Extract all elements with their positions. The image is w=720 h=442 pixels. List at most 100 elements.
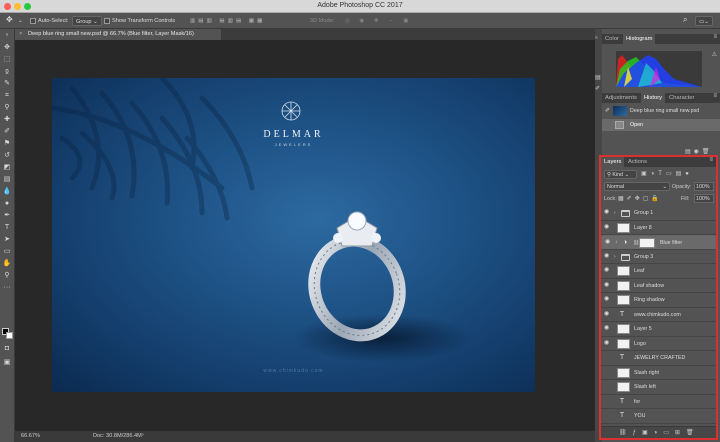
visibility-toggle[interactable] [604, 412, 611, 419]
visibility-toggle[interactable] [604, 354, 611, 361]
eye-icon[interactable]: ◉ [605, 239, 612, 246]
visibility-toggle[interactable] [604, 383, 611, 390]
marquee-tool-icon[interactable]: ⬚ [2, 55, 12, 64]
layer-mask-thumbnail[interactable] [639, 238, 655, 248]
rectangle-tool-icon[interactable]: ▭ [2, 247, 12, 256]
filter-kind-dropdown[interactable]: ⚲ Kind ⌄ [604, 170, 637, 179]
tab-layers[interactable]: Layers [601, 157, 625, 167]
tab-histogram[interactable]: Histogram [623, 34, 656, 44]
layer-row[interactable]: ◉ Leaf shadow [601, 278, 716, 293]
eyedropper-tool-icon[interactable]: ⚲ [2, 103, 12, 112]
zoom-tool-icon[interactable]: ⚲ [2, 271, 12, 280]
tab-adjustments[interactable]: Adjustments [602, 93, 640, 103]
eye-icon[interactable]: ◉ [604, 224, 611, 231]
pen-tool-icon[interactable]: ✒ [2, 211, 12, 220]
align-icons[interactable]: ▥▤▥ ▤▥▤ ▦▦ [190, 16, 265, 26]
background-color-swatch[interactable] [6, 332, 13, 339]
gradient-tool-icon[interactable]: ▤ [2, 175, 12, 184]
lasso-tool-icon[interactable]: ჲ [2, 67, 12, 76]
layer-row[interactable]: Tfor [601, 394, 716, 409]
crop-tool-icon[interactable]: ⌗ [2, 91, 12, 100]
eye-icon[interactable]: ◉ [604, 209, 611, 216]
document-canvas[interactable]: DELMAR JEWELERS www.chimkudo.com [52, 78, 535, 392]
history-snapshot-row[interactable]: ✐ Deep blue ring small new.psd [602, 104, 720, 118]
blend-mode-dropdown[interactable]: Normal ⌄ [604, 182, 670, 191]
zoom-level[interactable]: 66.67% [21, 433, 40, 439]
clip-arrow-icon: ↓ [615, 239, 618, 245]
eye-icon[interactable]: ◉ [604, 325, 611, 332]
chevron-down-icon[interactable]: ⌄ [18, 16, 23, 26]
collapse-toolbar-icon[interactable]: » [2, 31, 12, 40]
panel-menu-icon[interactable]: ≡ [713, 93, 717, 99]
histogram-warning-icon[interactable]: ⚠ [712, 51, 717, 58]
move-tool-icon[interactable]: ✥ [2, 43, 12, 52]
eye-icon[interactable]: ◉ [604, 340, 611, 347]
layer-row[interactable]: ◉ Layer 5 [601, 322, 716, 337]
document-tab[interactable]: × Deep blue ring small new.psd @ 66.7% (… [15, 29, 221, 40]
search-icon[interactable]: ⌕ [683, 15, 687, 25]
panel-menu-icon[interactable]: ≡ [709, 157, 713, 163]
auto-select-checkbox[interactable]: Auto-Select: [30, 16, 68, 26]
layer-filter-icons[interactable]: ▣◑T▭▤● [641, 170, 693, 177]
eye-icon[interactable]: ◉ [604, 253, 611, 260]
layer-thumbnail [617, 338, 630, 349]
quick-select-tool-icon[interactable]: ✎ [2, 79, 12, 88]
history-panel-icon[interactable]: ▤ [595, 74, 601, 81]
path-select-tool-icon[interactable]: ➤ [2, 235, 12, 244]
lock-icons[interactable]: ▦✐✥▢🔒 [618, 195, 662, 202]
screen-mode-icon[interactable]: ▣ [2, 358, 12, 367]
layer-row[interactable]: ◉ › Group 3 [601, 249, 716, 264]
close-tab-icon[interactable]: × [19, 29, 22, 40]
layer-row[interactable]: ◉ › Group 1 [601, 206, 716, 221]
visibility-toggle[interactable] [604, 369, 611, 376]
layer-row[interactable]: ◉ ↓ ◑ ⛓ Blue filter [601, 235, 716, 250]
fill-input[interactable]: 100% [694, 194, 714, 203]
tab-actions[interactable]: Actions [625, 157, 650, 167]
opacity-input[interactable]: 100% [694, 182, 714, 191]
panel-expand-icon[interactable]: « [595, 35, 598, 41]
history-brush-source-icon[interactable]: ✐ [605, 107, 610, 114]
auto-select-dropdown[interactable]: Group ⌄ [72, 16, 102, 26]
visibility-toggle[interactable] [604, 398, 611, 405]
workspace-icon[interactable]: ▭⌄ [695, 16, 713, 26]
hand-tool-icon[interactable]: ✋ [2, 259, 12, 268]
brush-tool-icon[interactable]: ✐ [2, 127, 12, 136]
more-tools-icon[interactable]: ··· [2, 283, 12, 292]
layer-row[interactable]: Slash left [601, 380, 716, 395]
eye-icon[interactable]: ◉ [604, 282, 611, 289]
blur-tool-icon[interactable]: 💧 [2, 187, 12, 196]
eye-icon[interactable]: ◉ [604, 267, 611, 274]
layers-footer-icons[interactable]: ⛓ƒ▣◑▭⊞🗑 [601, 426, 716, 438]
layer-row[interactable]: ◉ Logo [601, 336, 716, 351]
history-footer-icons[interactable]: ▤◉🗑 [685, 148, 713, 155]
tab-character[interactable]: Character [666, 93, 697, 103]
layer-row[interactable]: T JEWELRY CRAFTED [601, 351, 716, 366]
layer-row[interactable]: T YOU [601, 409, 716, 424]
panel-menu-icon[interactable]: ≡ [713, 34, 717, 40]
healing-brush-tool-icon[interactable]: ✚ [2, 115, 12, 124]
show-transform-checkbox[interactable]: Show Transform Controls [104, 16, 175, 26]
layer-row[interactable]: ◉ Layer 8 [601, 220, 716, 235]
move-tool-icon[interactable]: ✥ [6, 15, 13, 25]
layer-row[interactable]: ◉ Leaf [601, 264, 716, 279]
eye-icon[interactable]: ◉ [604, 311, 611, 318]
tab-color[interactable]: Color [602, 34, 622, 44]
history-state-row[interactable]: Open [602, 119, 720, 131]
status-menu-icon[interactable]: › [142, 432, 144, 438]
type-tool-icon[interactable]: T [2, 223, 12, 232]
layer-row[interactable]: Slash right [601, 365, 716, 380]
layer-row[interactable]: ◉ Ring shadow [601, 293, 716, 308]
expand-arrow-icon[interactable]: › [614, 254, 616, 260]
eye-icon[interactable]: ◉ [604, 296, 611, 303]
tab-history[interactable]: History [641, 93, 666, 103]
expand-arrow-icon[interactable]: › [614, 210, 616, 216]
quick-mask-icon[interactable]: ◘ [2, 344, 12, 353]
3d-tool-icons[interactable]: ◎ ◉ ✥ ⇔ ▣ [345, 16, 413, 26]
eraser-tool-icon[interactable]: ◩ [2, 163, 12, 172]
layer-list: ◉ › Group 1 ◉ Layer 8 ◉ ↓ ◑ ⛓ Blue filter ◉ › Group … [601, 206, 716, 426]
layer-row[interactable]: ◉ Twww.chimkudo.com [601, 307, 716, 322]
brush-panel-icon[interactable]: ✐ [595, 85, 600, 92]
clone-stamp-tool-icon[interactable]: ⚑ [2, 139, 12, 148]
dodge-tool-icon[interactable]: ● [2, 199, 12, 208]
history-brush-tool-icon[interactable]: ↺ [2, 151, 12, 160]
